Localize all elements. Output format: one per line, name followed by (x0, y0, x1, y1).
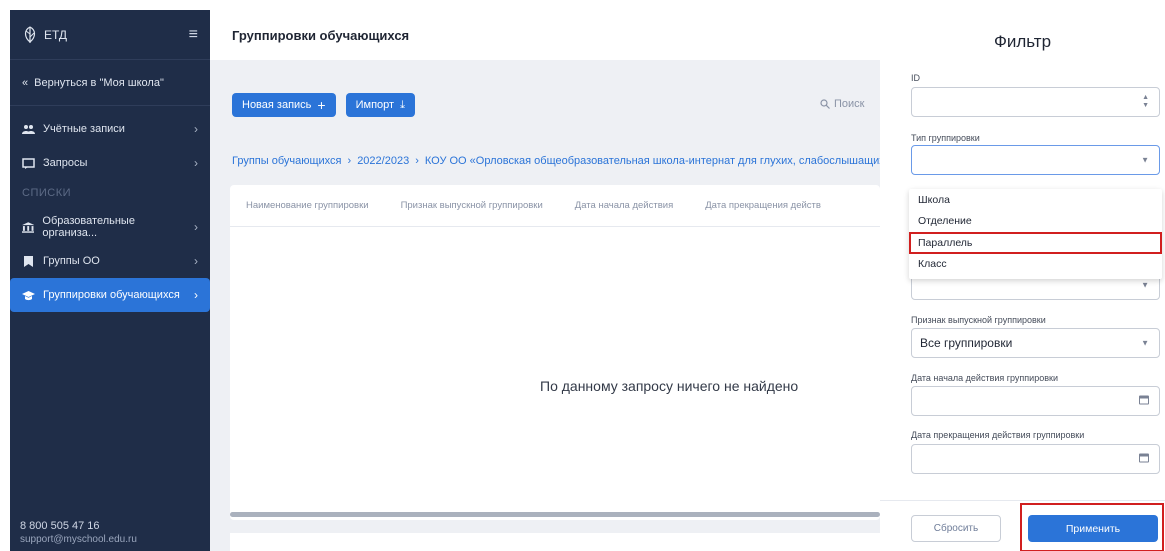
chevron-right-icon: › (347, 155, 352, 167)
horizontal-scrollbar[interactable] (230, 512, 880, 517)
chevron-right-icon: › (194, 254, 198, 268)
toolbar: Новая запись + Импорт ⤓ (232, 93, 415, 117)
caret-down-icon: ▼ (1141, 280, 1149, 290)
start-date-label: Дата начала действия группировки (911, 373, 1058, 383)
import-label: Импорт (355, 99, 395, 111)
sidebar-item-student-groupings[interactable]: Группировки обучающихся › (10, 278, 210, 312)
empty-state-message: По данному запросу ничего не найдено (540, 378, 799, 394)
number-stepper[interactable]: ▲ ▼ (1142, 94, 1149, 110)
sidebar-item-label: Образовательные организа... (42, 215, 135, 239)
sidebar-item-accounts[interactable]: Учётные записи › (10, 112, 210, 146)
id-label: ID (911, 73, 920, 83)
logo-text: ЕТД (44, 27, 68, 42)
search-icon (820, 99, 830, 109)
chevron-down-icon[interactable]: ▼ (1142, 102, 1149, 110)
sidebar-item-label: Группировки обучающихся (43, 289, 180, 301)
double-chevron-left-icon: « (22, 76, 29, 89)
support-phone[interactable]: 8 800 505 47 16 (20, 519, 137, 533)
table-header: Наименование группировки Признак выпускн… (230, 185, 880, 227)
breadcrumb-item[interactable]: Группы обучающихся (232, 155, 342, 167)
new-record-button[interactable]: Новая запись + (232, 93, 336, 117)
support-contacts: 8 800 505 47 16 support@myschool.edu.ru (20, 519, 137, 547)
calendar-icon[interactable] (1139, 395, 1149, 407)
sidebar-item-label: Группы ОО (43, 255, 100, 267)
section-label: СПИСКИ (22, 187, 72, 199)
search-input[interactable]: Поиск (820, 98, 864, 110)
sidebar-item-label: Учётные записи (43, 123, 125, 135)
leaf-logo-icon (24, 25, 36, 43)
dropdown-option[interactable]: Класс (909, 254, 1162, 276)
sidebar-item-groups[interactable]: Группы ОО › (10, 244, 210, 278)
dropdown-option[interactable]: Параллель (909, 232, 1162, 254)
type-dropdown-menu: Школа Отделение Параллель Класс (909, 189, 1162, 279)
new-record-label: Новая запись (242, 99, 312, 111)
caret-down-icon: ▼ (1141, 338, 1149, 348)
building-icon (22, 221, 35, 233)
dropdown-option[interactable]: Отделение (909, 211, 1162, 233)
column-header[interactable]: Признак выпускной группировки (401, 200, 575, 211)
end-date-field[interactable] (911, 444, 1160, 474)
users-icon (22, 124, 35, 134)
end-date-label: Дата прекращения действия группировки (911, 430, 1085, 440)
search-placeholder: Поиск (834, 98, 865, 110)
column-header[interactable]: Дата начала действия (575, 200, 705, 211)
filter-panel: Фильтр ID ▲ ▼ Тип группировки ▼ ▼ Школа … (880, 10, 1165, 551)
bookmark-icon (24, 255, 33, 267)
back-link[interactable]: « Вернуться в "Моя школа" (10, 60, 210, 106)
filter-title: Фильтр (993, 32, 1052, 51)
download-icon: ⤓ (400, 98, 405, 111)
data-table: Наименование группировки Признак выпускн… (230, 185, 880, 520)
chevron-right-icon: › (194, 220, 198, 234)
main-content: Группировки обучающихся Новая запись + И… (210, 10, 926, 551)
sidebar-item-label: Запросы (43, 157, 88, 169)
chevron-right-icon: › (194, 288, 198, 302)
dropdown-option[interactable]: Школа (909, 189, 1162, 211)
graduation-select[interactable]: Все группировки ▼ (911, 328, 1160, 358)
menu-icon[interactable]: ≡ (189, 26, 198, 44)
sidebar-item-requests[interactable]: Запросы › (10, 146, 210, 180)
message-icon (22, 157, 35, 169)
breadcrumb-item[interactable]: КОУ ОО «Орловская общеобразовательная шк… (425, 155, 926, 167)
import-button[interactable]: Импорт ⤓ (345, 93, 415, 117)
chevron-right-icon: › (194, 122, 198, 136)
sidebar-item-organizations[interactable]: Образовательные организа... › (10, 210, 210, 244)
caret-down-icon: ▼ (1141, 155, 1149, 165)
chevron-right-icon: › (194, 156, 198, 170)
back-link-label: Вернуться в "Моя школа" (34, 76, 164, 89)
support-email[interactable]: support@myschool.edu.ru (20, 533, 137, 547)
calendar-icon[interactable] (1139, 453, 1149, 465)
graduation-label: Признак выпускной группировки (911, 315, 1046, 325)
plus-icon: + (317, 97, 326, 113)
graduation-value: Все группировки (920, 336, 1013, 350)
sidebar: ЕТД ≡ « Вернуться в "Моя школа" Учётные … (10, 10, 210, 551)
apply-highlight: Применить (1020, 503, 1164, 551)
breadcrumb-item[interactable]: 2022/2023 (357, 155, 409, 167)
logo[interactable]: ЕТД (22, 25, 68, 44)
page-title: Группировки обучающихся (210, 10, 880, 60)
breadcrumb: Группы обучающихся › 2022/2023 › КОУ ОО … (232, 155, 926, 167)
chevron-up-icon[interactable]: ▲ (1142, 94, 1149, 102)
type-select[interactable]: ▼ (911, 145, 1160, 175)
type-label: Тип группировки (911, 133, 980, 143)
pagination-area (230, 533, 880, 551)
sidebar-header: ЕТД ≡ (10, 10, 210, 60)
chevron-right-icon: › (415, 155, 419, 167)
column-header[interactable]: Дата прекращения действ (705, 200, 853, 211)
start-date-field[interactable] (911, 386, 1160, 416)
id-field[interactable]: ▲ ▼ (911, 87, 1160, 117)
apply-button[interactable]: Применить (1028, 515, 1158, 542)
column-header[interactable]: Наименование группировки (246, 200, 401, 211)
reset-button[interactable]: Сбросить (911, 515, 1001, 542)
graduation-cap-icon (22, 290, 35, 300)
filter-footer: Сбросить Применить (880, 500, 1165, 551)
